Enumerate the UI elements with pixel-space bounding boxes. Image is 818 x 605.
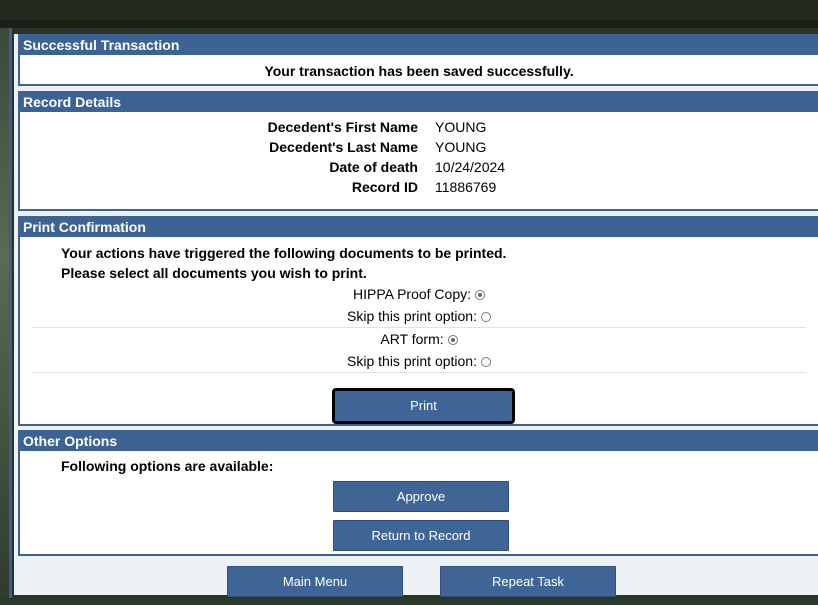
- other-options-header: Other Options: [20, 432, 818, 451]
- record-id-label: Record ID: [351, 179, 418, 195]
- record-row: Decedent's Last Name YOUNG: [20, 137, 818, 157]
- print-instruction-1: Your actions have triggered the followin…: [61, 245, 507, 261]
- hippa-proof-option[interactable]: HIPPA Proof Copy:: [20, 283, 818, 305]
- bottom-bar: [0, 598, 818, 605]
- last-name-value: YOUNG: [435, 139, 487, 155]
- date-of-death-label: Date of death: [329, 159, 418, 175]
- record-row: Record ID 11886769: [20, 177, 818, 197]
- last-name-label: Decedent's Last Name: [269, 139, 418, 155]
- approve-button[interactable]: Approve: [333, 481, 509, 512]
- top-bar: [0, 0, 818, 28]
- print-panel: Print Confirmation Your actions have tri…: [18, 216, 818, 426]
- art-form-radio[interactable]: [447, 335, 458, 345]
- date-of-death-value: 10/24/2024: [435, 159, 506, 175]
- main-content: Successful Transaction Your transaction …: [14, 34, 818, 597]
- print-button[interactable]: Print: [332, 388, 515, 424]
- skip-hippa-option[interactable]: Skip this print option:: [20, 305, 818, 327]
- left-edge: [0, 28, 12, 605]
- main-menu-button[interactable]: Main Menu: [227, 566, 403, 597]
- hippa-proof-radio[interactable]: [475, 290, 485, 300]
- option-divider: [32, 372, 806, 373]
- other-options-panel: Other Options Following options are avai…: [18, 430, 818, 556]
- record-panel: Record Details Decedent's First Name YOU…: [18, 91, 818, 211]
- print-instruction-2: Please select all documents you wish to …: [61, 265, 367, 281]
- top-bar-accent: [0, 20, 818, 28]
- first-name-value: YOUNG: [435, 119, 487, 135]
- skip-hippa-radio[interactable]: [480, 312, 491, 322]
- art-form-label: ART form:: [380, 331, 444, 347]
- hippa-proof-label: HIPPA Proof Copy:: [352, 286, 471, 302]
- success-header: Successful Transaction: [20, 36, 818, 55]
- other-options-text: Following options are available:: [61, 458, 274, 474]
- first-name-label: Decedent's First Name: [267, 119, 418, 135]
- record-row: Date of death 10/24/2024: [20, 157, 818, 177]
- art-form-option[interactable]: ART form:: [20, 328, 818, 350]
- success-panel: Successful Transaction Your transaction …: [18, 34, 818, 86]
- print-header: Print Confirmation: [20, 218, 818, 237]
- repeat-task-button[interactable]: Repeat Task: [440, 566, 616, 597]
- return-to-record-button[interactable]: Return to Record: [333, 520, 509, 551]
- skip-hippa-label: Skip this print option:: [347, 308, 477, 324]
- record-header: Record Details: [20, 93, 818, 112]
- success-message: Your transaction has been saved successf…: [264, 63, 574, 79]
- skip-art-radio[interactable]: [480, 357, 491, 367]
- skip-art-label: Skip this print option:: [347, 353, 477, 369]
- record-row: Decedent's First Name YOUNG: [20, 117, 818, 137]
- left-edge-stripe: [9, 28, 12, 605]
- skip-art-option[interactable]: Skip this print option:: [20, 350, 818, 372]
- record-id-value: 11886769: [435, 179, 497, 195]
